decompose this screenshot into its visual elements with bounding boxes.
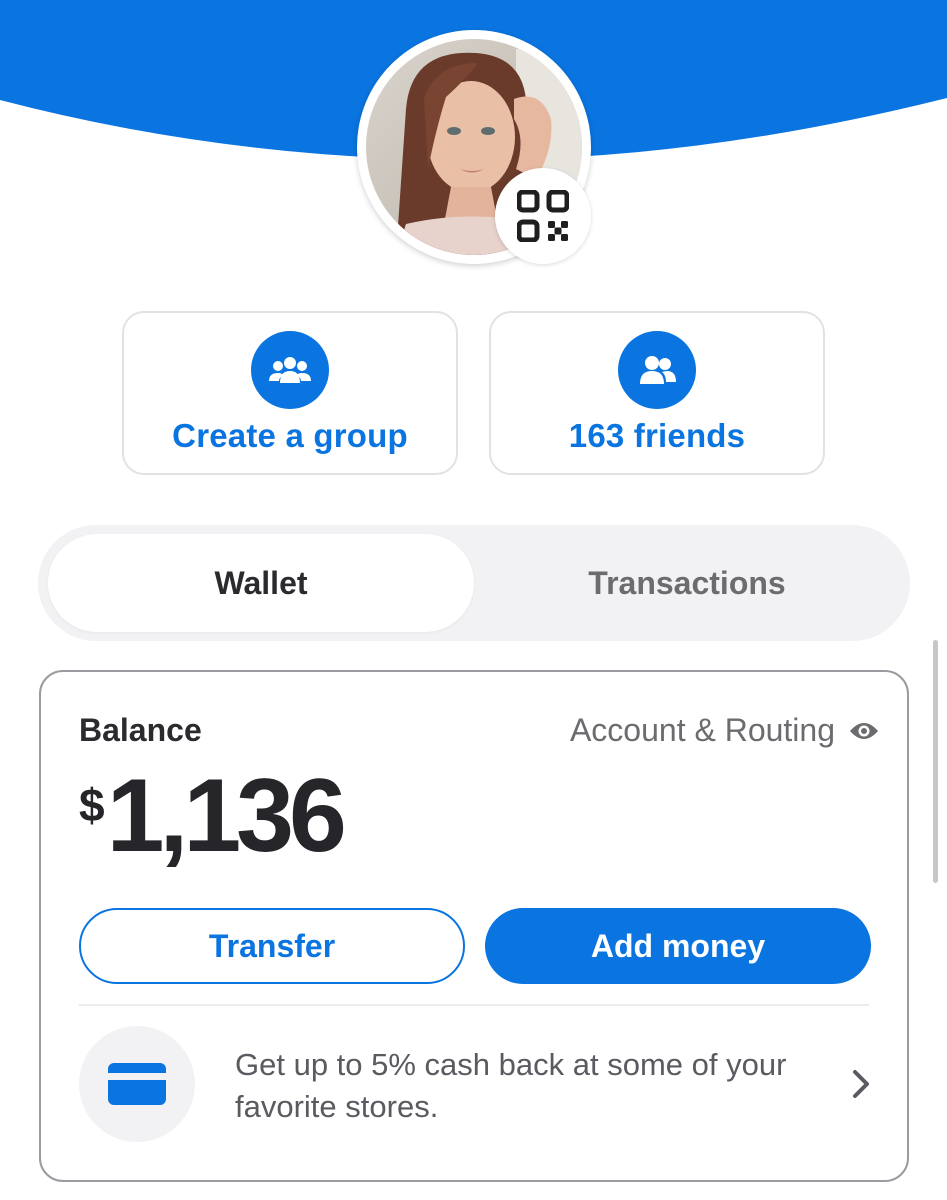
add-money-button[interactable]: Add money [485, 908, 871, 984]
friends-button[interactable]: 163 friends [489, 311, 825, 475]
eye-icon [849, 721, 879, 741]
chevron-right-icon [851, 1068, 871, 1105]
create-group-button[interactable]: Create a group [122, 311, 458, 475]
cashback-promo-text: Get up to 5% cash back at some of your f… [235, 1047, 787, 1124]
account-routing-label: Account & Routing [569, 712, 835, 748]
avatar-container [357, 30, 591, 264]
credit-card-icon [79, 1026, 195, 1142]
currency-symbol: $ [79, 779, 105, 831]
balance-amount: $ 1,136 [79, 758, 347, 874]
account-routing-link[interactable]: Account & Routing [570, 712, 879, 749]
create-group-label: Create a group [172, 417, 408, 454]
group-icon [251, 331, 329, 409]
balance-card: Balance Account & Routing $ 1,136 Transf… [39, 670, 909, 1182]
tab-transactions[interactable]: Transactions [474, 534, 900, 632]
transfer-button[interactable]: Transfer [79, 908, 465, 984]
balance-title: Balance [79, 712, 202, 748]
tab-wallet[interactable]: Wallet [48, 534, 474, 632]
friends-icon [618, 331, 696, 409]
qr-code-icon [517, 190, 569, 242]
qr-code-button[interactable] [495, 168, 591, 264]
friends-count-label: 163 friends [568, 417, 746, 454]
profile-wallet-screen: Create a group 163 friends Wallet Transa… [0, 0, 947, 1200]
wallet-tabs: Wallet Transactions [38, 525, 910, 641]
balance-value: 1,136 [106, 758, 347, 874]
divider [79, 1004, 869, 1006]
scrollbar[interactable] [933, 640, 938, 883]
cashback-promo-row[interactable]: Get up to 5% cash back at some of your f… [79, 1026, 879, 1144]
